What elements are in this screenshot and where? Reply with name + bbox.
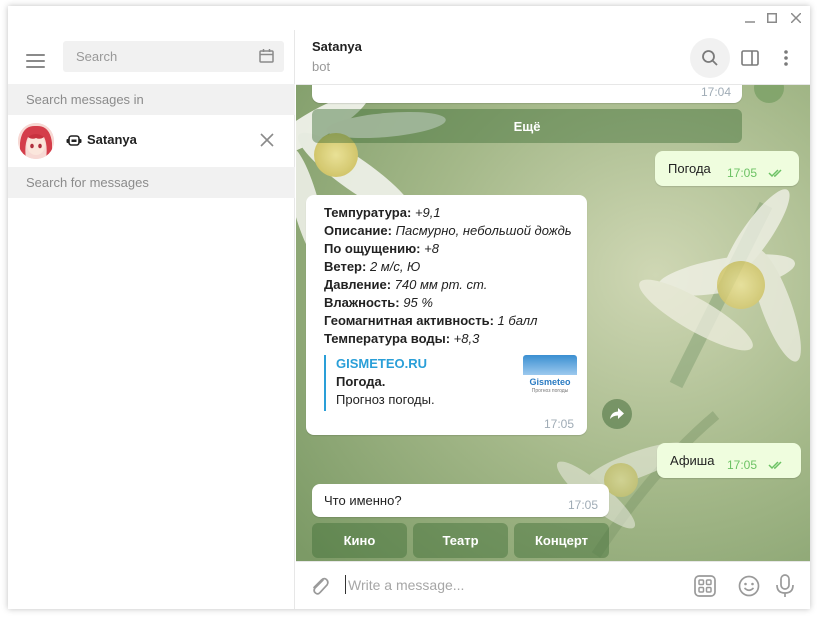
calendar-icon[interactable] [259,49,274,63]
search-placeholder: Search [76,49,118,64]
bot-commands-icon[interactable] [694,575,716,597]
minimize-button[interactable] [738,6,762,30]
message-text: Что именно? [324,493,402,508]
chat-header: Satanya bot [296,30,810,85]
maximize-icon [767,13,777,23]
message-bubble-outgoing[interactable]: Афиша 17:05 [657,443,801,478]
link-preview[interactable]: GISMETEO.RU Погода. Прогноз погоды. Gism… [324,355,578,411]
toggle-sidebar-button[interactable] [730,38,770,78]
peer-name: Satanya [87,132,137,147]
keyboard-button-concert[interactable]: Концерт [514,523,609,558]
message-time: 17:05 [567,498,598,512]
hamburger-icon [26,54,45,56]
message-text: Афиша [670,453,715,468]
more-options-button[interactable] [766,38,806,78]
sidebar-icon [741,50,759,66]
minimize-icon [745,21,755,23]
message-bubble[interactable]: Что именно? 17:05 [312,484,609,517]
forward-icon [610,408,624,419]
avatar [18,123,54,159]
search-icon [702,50,718,66]
search-peer-chip[interactable]: Satanya [8,115,295,167]
more-vertical-icon [784,50,788,66]
search-for-messages-label: Search for messages [8,167,295,198]
close-window-button[interactable] [784,6,808,30]
message-bubble[interactable]: 17:04 [312,85,742,103]
bot-icon [66,135,82,146]
chat-status: bot [312,59,331,74]
share-button[interactable] [602,399,632,429]
search-button[interactable] [690,38,730,78]
message-time: 17:04 [700,85,731,99]
message-time: 17:05 [727,458,758,472]
avatar-image [18,123,54,159]
keyboard-button-more[interactable]: Ещё [312,109,742,143]
emoji-icon[interactable] [738,575,760,597]
weather-lines: Темпуратура: +9,1 Описание: Пасмурно, не… [324,205,572,346]
close-icon [791,13,801,23]
title-bar [8,6,810,30]
search-messages-in-label: Search messages in [8,84,295,115]
maximize-button[interactable] [760,6,784,30]
read-check-icon [768,461,782,470]
attach-icon[interactable] [309,575,331,597]
message-time: 17:05 [727,166,758,180]
preview-thumbnail: Gismeteo Прогноз погоды [523,355,577,397]
close-icon[interactable] [258,131,276,149]
message-time: 17:05 [543,417,574,431]
message-composer: Write a message... [296,561,810,609]
chat-background: 17:04 Ещё Погода 17:05 Темпуратура: +9,1… [296,85,810,561]
sidebar: Search Search messages in Satanya Search… [8,30,295,609]
app-window: Search Search messages in Satanya Search… [8,6,810,609]
gismeteo-logo: Gismeteo [529,377,571,387]
keyboard-button-cinema[interactable]: Кино [312,523,407,558]
search-input[interactable]: Search [63,41,284,72]
message-input[interactable]: Write a message... [348,577,464,593]
read-check-icon [768,169,782,178]
microphone-icon[interactable] [774,574,796,598]
chat-panel: Satanya bot 17:04 Ещё Погода 17:05 Темпу… [296,30,810,609]
keyboard-button-theatre[interactable]: Театр [413,523,508,558]
weather-message[interactable]: Темпуратура: +9,1 Описание: Пасмурно, не… [306,195,587,435]
message-bubble-outgoing[interactable]: Погода 17:05 [655,151,799,186]
message-text: Погода [668,161,711,176]
chat-title[interactable]: Satanya [312,39,362,54]
menu-button[interactable] [22,46,50,78]
